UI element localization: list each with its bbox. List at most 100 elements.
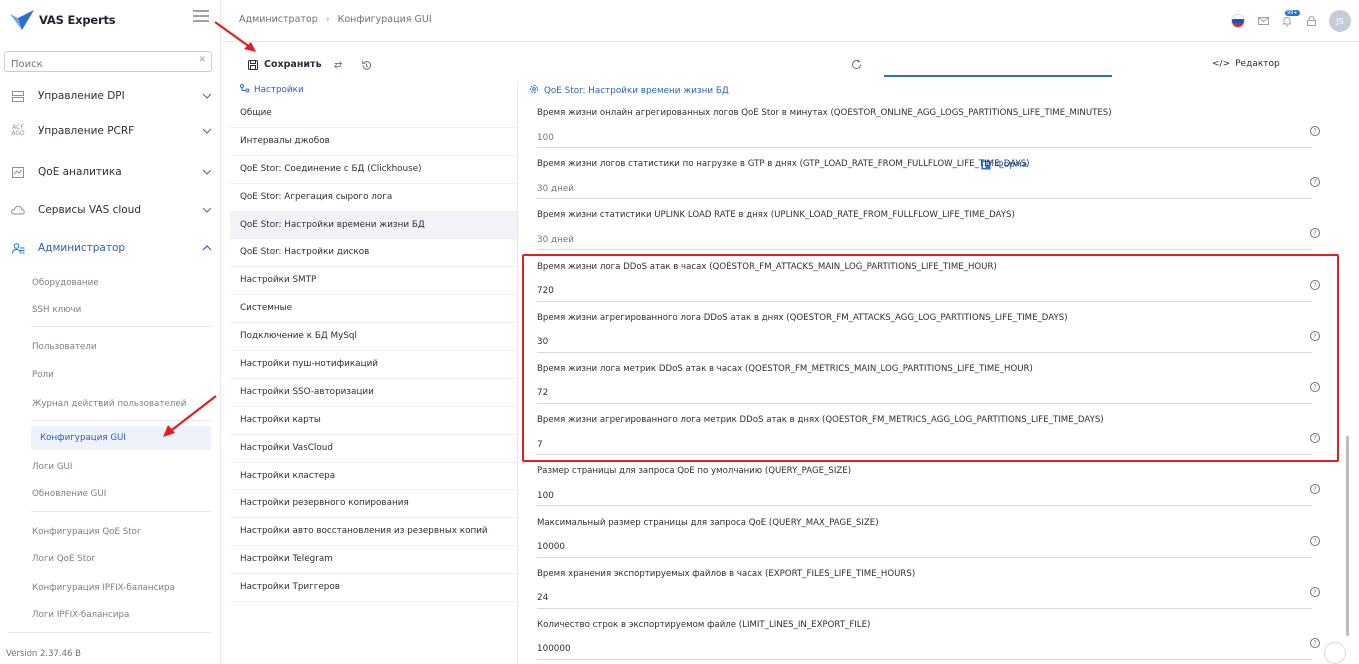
help-icon[interactable]: ? <box>1310 381 1320 392</box>
form-field: Время хранения экспортируемых файлов в ч… <box>537 565 1337 616</box>
server-icon <box>8 88 28 104</box>
help-icon[interactable]: ? <box>1310 330 1320 341</box>
list-item[interactable]: Общие <box>230 100 517 128</box>
list-item[interactable]: Настройки карты <box>230 407 517 435</box>
list-item[interactable]: Подключение к БД MySql <box>230 323 517 352</box>
field-input[interactable] <box>537 332 1312 353</box>
field-input[interactable] <box>537 230 1312 251</box>
menu-group-admin[interactable]: Администратор <box>8 236 212 260</box>
settings-form: Время жизни онлайн агрегированных логов … <box>537 104 1337 664</box>
field-input[interactable] <box>537 383 1312 404</box>
list-item[interactable]: QoE Stor: Соединение с БД (Clickhouse) <box>230 156 517 184</box>
menu-group-vas-cloud[interactable]: Сервисы VAS cloud <box>8 198 212 222</box>
sidebar-item-ipfix-balancer-logs[interactable]: Логи IPFIX-балансира <box>32 605 129 625</box>
sidebar-item-ipfix-balancer-configuration[interactable]: Конфигурация IPFIX-балансира <box>32 578 175 598</box>
sidebar-item-gui-logs[interactable]: Логи GUI <box>32 457 72 477</box>
clear-search-icon[interactable]: ✕ <box>198 55 206 65</box>
list-item[interactable]: Настройки SMTP <box>230 267 517 296</box>
help-icon[interactable]: ? <box>1310 637 1320 648</box>
list-item[interactable]: QoE Stor: Агрегация сырого лога <box>230 184 517 212</box>
help-icon[interactable]: ? <box>1310 535 1320 546</box>
help-icon[interactable]: ? <box>1310 484 1320 495</box>
field-input[interactable] <box>537 281 1312 302</box>
list-item[interactable]: Настройки пуш-нотификаций <box>230 351 517 379</box>
notifications-icon[interactable]: 99+ <box>1281 10 1300 27</box>
field-label: Время жизни статистики UPLINK LOAD RATE … <box>537 210 1015 221</box>
field-label: Время жизни онлайн агрегированных логов … <box>537 108 1112 118</box>
menu-group-qoe[interactable]: QoE аналитика <box>8 160 212 184</box>
field-input[interactable] <box>537 588 1312 609</box>
chevron-down-icon <box>202 169 212 175</box>
hamburger-menu-icon[interactable] <box>193 10 209 24</box>
help-icon[interactable]: ? <box>1310 279 1320 290</box>
brand[interactable]: VAS Experts <box>10 8 210 34</box>
help-icon[interactable]: ? <box>1310 126 1320 136</box>
list-item[interactable]: Настройки авто восстановления из резервн… <box>230 518 517 547</box>
sidebar-item-user-actions-log[interactable]: Журнал действий пользователей <box>32 394 186 414</box>
menu-group-label: Администратор <box>38 242 126 254</box>
settings-list: Общие Интервалы джобов QoE Stor: Соедине… <box>230 100 517 603</box>
sidebar-item-roles[interactable]: Роли <box>32 365 54 385</box>
chevron-up-icon <box>202 245 212 251</box>
sidebar-item-qoe-stor-logs[interactable]: Логи QoE Stor <box>32 549 95 569</box>
menu-group-pcrf[interactable]: ACF AGD Управление PCRF <box>8 119 212 143</box>
pcrf-icon: ACF AGD <box>11 124 25 137</box>
search-input[interactable] <box>5 55 185 74</box>
gear-icon <box>529 84 539 97</box>
russian-flag-icon[interactable] <box>1231 14 1245 28</box>
help-icon[interactable]: ? <box>1310 433 1320 444</box>
search-box: ✕ <box>4 51 212 74</box>
lock-icon[interactable] <box>1305 15 1317 27</box>
field-input[interactable] <box>537 537 1312 558</box>
list-item-active[interactable]: QoE Stor: Настройки времени жизни БД <box>230 211 517 240</box>
avatar[interactable]: JS <box>1329 10 1351 32</box>
form-field: Количество строк в экспортируемом файле … <box>537 616 1337 664</box>
save-button[interactable]: Сохранить <box>248 59 322 70</box>
list-item[interactable]: Интервалы джобов <box>230 128 517 156</box>
list-item[interactable]: Системные <box>230 295 517 324</box>
form-field: Время жизни лога метрик DDoS атак в часа… <box>537 360 1337 411</box>
sidebar-item-gui-configuration[interactable]: Конфигурация GUI <box>31 426 211 450</box>
refresh-icon[interactable] <box>851 59 862 73</box>
sidebar-item-equipment[interactable]: Оборудование <box>32 273 99 293</box>
list-item[interactable]: Настройки кластера <box>230 463 517 491</box>
breadcrumb-item[interactable]: Администратор <box>239 14 318 25</box>
list-item[interactable]: QoE Stor: Настройки дисков <box>230 239 517 268</box>
help-icon[interactable]: ? <box>1310 177 1320 188</box>
field-label: Время жизни лога метрик DDoS атак в часа… <box>537 363 1033 374</box>
help-icon[interactable]: ? <box>1310 586 1320 597</box>
save-button-label: Сохранить <box>264 59 322 70</box>
menu-group-dpi[interactable]: Управление DPI <box>8 84 212 108</box>
form-field: Время жизни агрегированного лога DDoS ат… <box>537 309 1337 360</box>
list-item[interactable]: Настройки Telegram <box>230 546 517 575</box>
field-input[interactable] <box>537 435 1312 456</box>
list-item[interactable]: Настройки VasCloud <box>230 435 517 463</box>
field-input[interactable] <box>537 486 1312 507</box>
help-icon[interactable]: ? <box>1310 228 1320 239</box>
sidebar-item-users[interactable]: Пользователи <box>32 337 97 357</box>
form-field: Максимальный размер страницы для запроса… <box>537 514 1337 565</box>
compare-icon[interactable]: ⇄ <box>334 60 342 71</box>
scrollbar-thumb[interactable] <box>1346 436 1349 636</box>
sidebar-item-gui-update[interactable]: Обновление GUI <box>32 484 106 504</box>
sidebar-item-ssh-keys[interactable]: SSH ключи <box>32 300 81 320</box>
brand-name: VAS Experts <box>39 13 116 27</box>
field-input[interactable] <box>537 639 1312 660</box>
sidebar-item-qoe-stor-configuration[interactable]: Конфигурация QoE Stor <box>32 522 141 542</box>
users-icon <box>8 240 28 256</box>
field-input[interactable] <box>537 128 1312 148</box>
tab-editor[interactable]: </> Редактор <box>1212 59 1280 69</box>
list-item[interactable]: Настройки резервного копирования <box>230 490 517 519</box>
list-item[interactable]: Настройки Триггеров <box>230 574 517 603</box>
header-actions: 99+ JS <box>1231 10 1351 32</box>
sidebar-divider <box>31 326 212 327</box>
chat-widget-icon[interactable] <box>1324 642 1346 664</box>
form-field: Размер страницы для запроса QoE по умолч… <box>537 462 1337 513</box>
mail-icon[interactable] <box>1257 15 1269 27</box>
list-item[interactable]: Настройки SSO-авторизации <box>230 379 517 407</box>
code-icon: </> <box>1212 59 1231 69</box>
field-input[interactable] <box>537 179 1312 200</box>
history-icon[interactable] <box>361 60 372 74</box>
form-field: Время жизни агрегированного лога метрик … <box>537 411 1337 462</box>
field-label: Время жизни лога DDoS атак в часах (QOES… <box>537 261 997 272</box>
